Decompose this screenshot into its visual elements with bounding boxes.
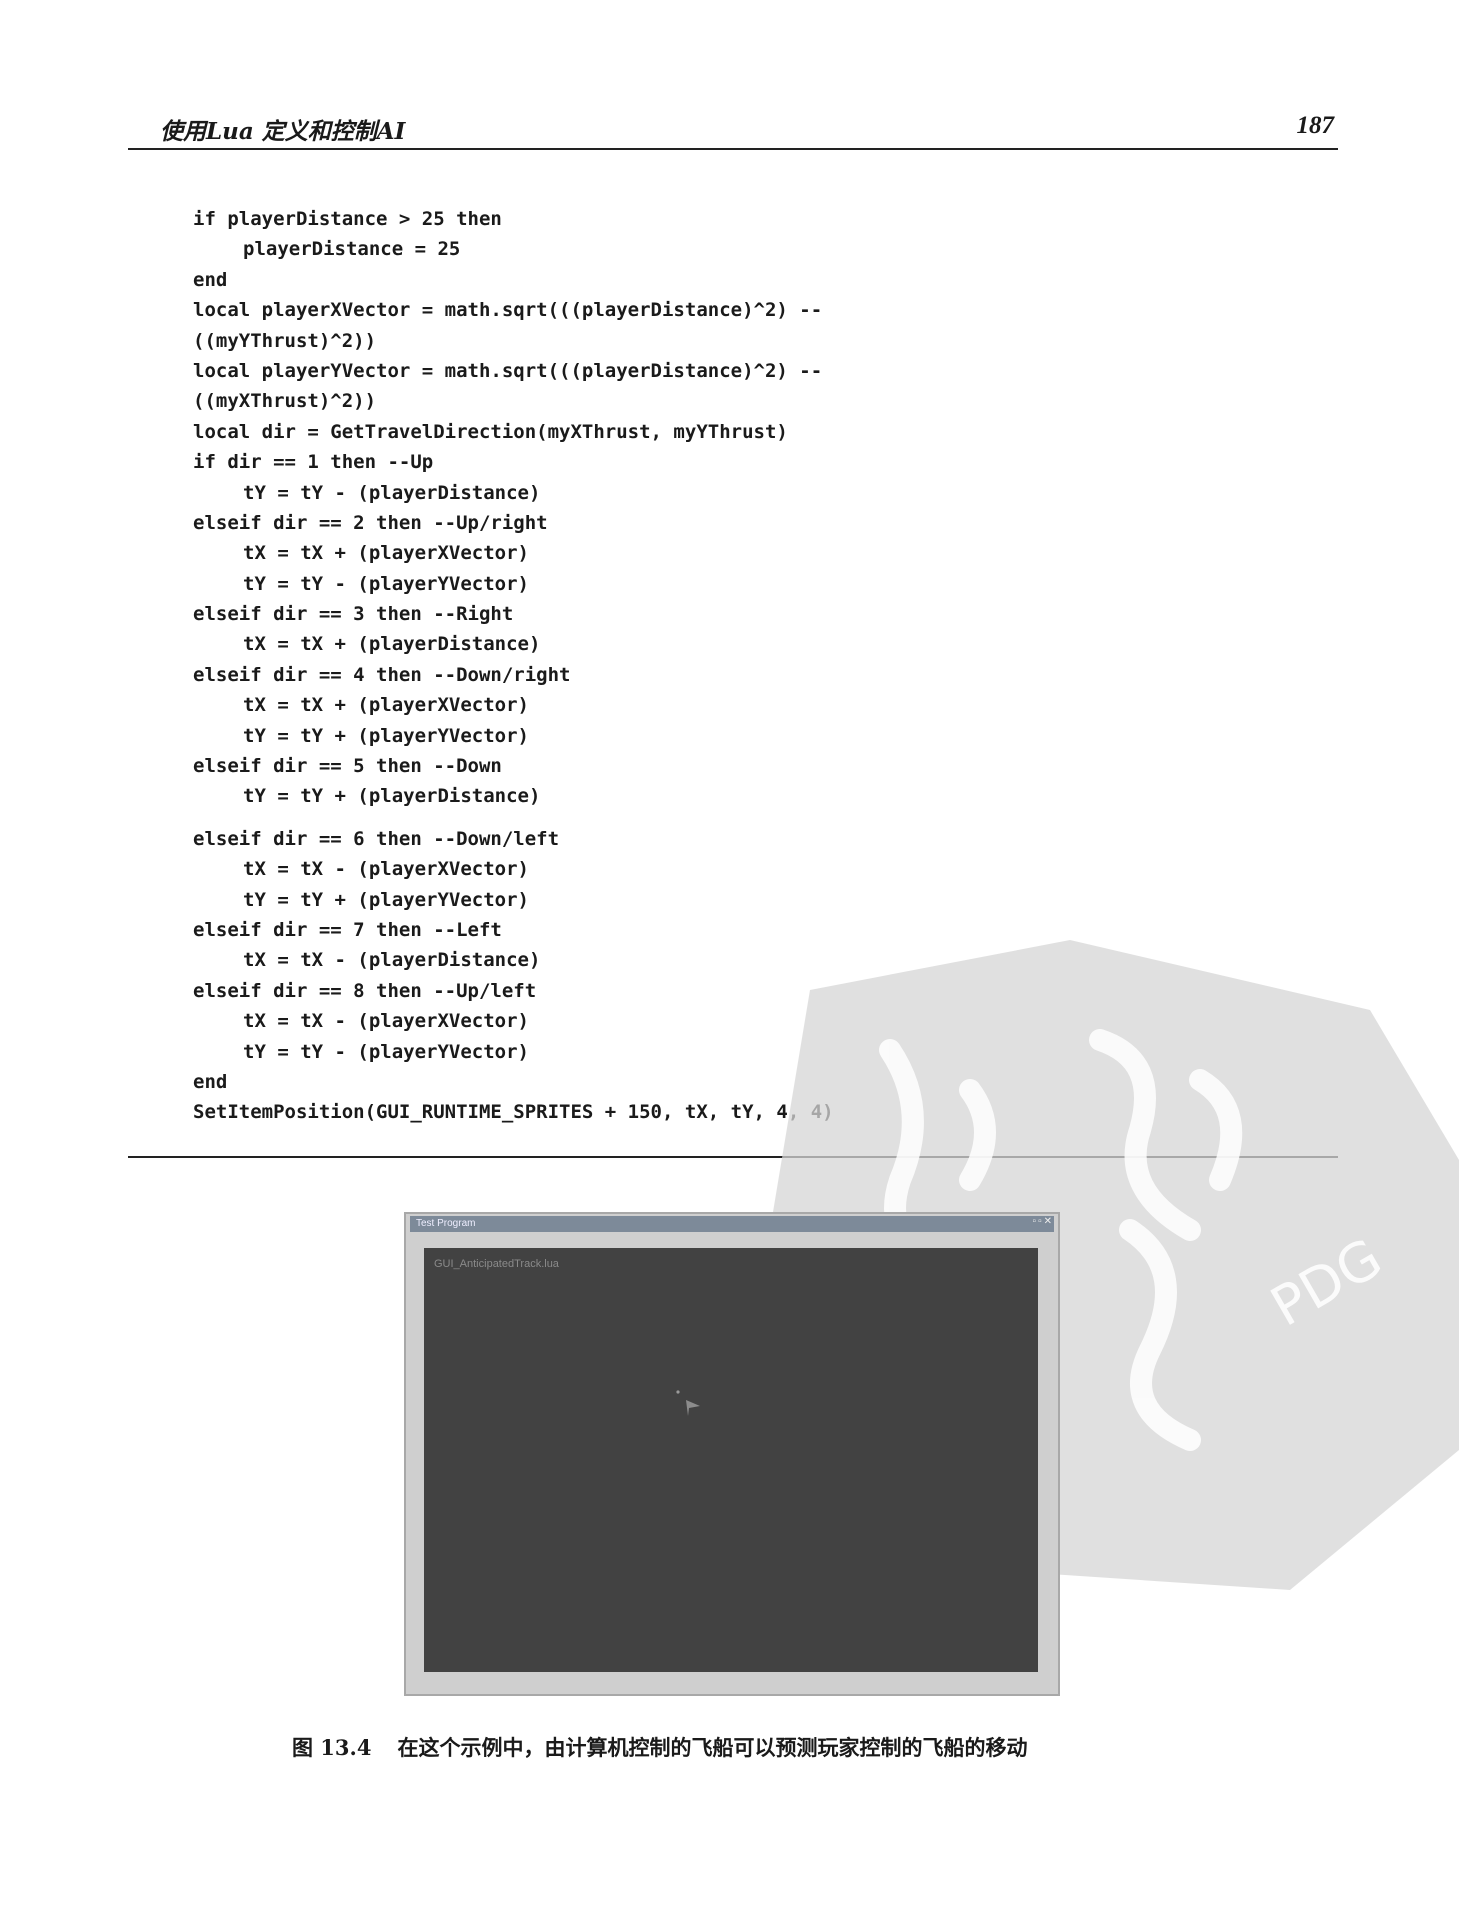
code-line: SetItemPosition(GUI_RUNTIME_SPRITES + 15… — [193, 1101, 834, 1124]
code-line: elseif dir == 7 then --Left — [193, 918, 502, 941]
game-screen: GUI_AnticipatedTrack.lua — [424, 1248, 1038, 1672]
code-line: end — [193, 268, 228, 291]
code-line: local playerYVector = math.sqrt(((player… — [193, 359, 823, 382]
code-line: tX = tX - (playerXVector) — [243, 1010, 529, 1033]
code-line: ((myYThrust)^2)) — [193, 329, 377, 352]
code-line: end — [193, 1070, 228, 1093]
code-line: elseif dir == 8 then --Up/left — [193, 979, 537, 1002]
code-line: tX = tX + (playerXVector) — [243, 694, 529, 717]
code-line: tX = tX + (playerXVector) — [243, 542, 529, 565]
screen-label: GUI_AnticipatedTrack.lua — [434, 1258, 559, 1270]
header-title: 使用Lua 定义和控制AI — [160, 118, 406, 145]
code-line: elseif dir == 4 then --Down/right — [193, 663, 571, 686]
window-controls: ▫▫✕ — [1032, 1216, 1054, 1227]
code-line: if playerDistance > 25 then — [193, 208, 502, 230]
page-number: 187 — [1296, 112, 1335, 139]
window-title: Test Program — [416, 1218, 476, 1229]
code-line: if dir == 1 then --Up — [193, 451, 434, 474]
code-line: tY = tY - (playerDistance) — [243, 481, 541, 504]
code-line: ((myXThrust)^2)) — [193, 390, 377, 413]
window-titlebar: Test Program — [410, 1216, 1054, 1232]
figure-caption-label: 图 13.4 — [292, 1735, 372, 1760]
code-line: elseif dir == 3 then --Right — [193, 603, 514, 626]
code-line: playerDistance = 25 — [243, 238, 461, 261]
code-line: elseif dir == 6 then --Down/left — [193, 827, 560, 850]
code-line: tY = tY + (playerYVector) — [243, 724, 529, 747]
code-line: local dir = GetTravelDirection(myXThrust… — [193, 420, 788, 443]
code-line: elseif dir == 5 then --Down — [193, 755, 502, 778]
code-line: tY = tY - (playerYVector) — [243, 1040, 529, 1063]
figure-caption: 图 13.4 在这个示例中，由计算机控制的飞船可以预测玩家控制的飞船的移动 — [292, 1732, 1027, 1762]
section-divider — [128, 1156, 1338, 1158]
code-line: tY = tY - (playerYVector) — [243, 572, 529, 595]
figure-screenshot: Test Program ▫▫✕ GUI_AnticipatedTrack.lu… — [404, 1212, 1060, 1696]
watermark-text: PDG — [1260, 1226, 1392, 1339]
code-line: tX = tX - (playerXVector) — [243, 858, 529, 881]
code-line: tY = tY + (playerDistance) — [243, 785, 541, 808]
code-line: tY = tY + (playerYVector) — [243, 888, 529, 911]
figure-caption-text: 在这个示例中，由计算机控制的飞船可以预测玩家控制的飞船的移动 — [397, 1735, 1028, 1760]
code-listing: if playerDistance > 25 then playerDistanc… — [193, 204, 834, 1128]
code-line: tX = tX + (playerDistance) — [243, 633, 541, 656]
code-line: local playerXVector = math.sqrt(((player… — [193, 299, 823, 322]
code-line: tX = tX - (playerDistance) — [243, 949, 541, 972]
code-line: elseif dir == 2 then --Up/right — [193, 511, 548, 534]
ship-icon — [676, 1390, 700, 1416]
running-header: 使用Lua 定义和控制AI 187 — [128, 108, 1338, 150]
